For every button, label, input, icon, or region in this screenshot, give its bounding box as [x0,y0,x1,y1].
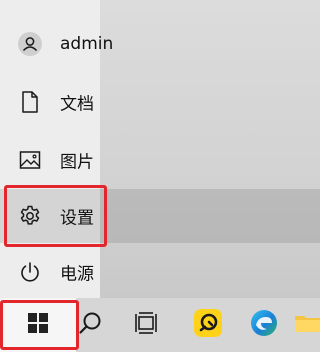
taskbar [0,298,320,352]
start-menu-user[interactable]: admin [0,17,320,71]
documents-label: 文档 [60,94,94,115]
start-menu: admin 文档 图片 设置 电源 [0,0,320,298]
settings-label: 设置 [60,208,94,229]
pictures-label: 图片 [60,152,94,173]
folder-icon [294,311,320,339]
task-view-icon [133,311,159,339]
gear-icon [17,203,43,229]
task-view-button[interactable] [118,298,174,352]
picture-icon [17,147,43,173]
user-icon [17,31,43,57]
yellow-app-button[interactable] [180,298,236,352]
search-icon [77,310,103,340]
start-menu-settings[interactable]: 设置 [0,189,320,243]
edge-button[interactable] [236,298,292,352]
user-name: admin [60,34,114,54]
power-icon [17,259,43,285]
document-icon [17,89,43,115]
start-menu-documents[interactable]: 文档 [0,75,320,129]
yellow-app-icon [193,308,223,342]
windows-logo-icon [27,312,49,338]
search-button[interactable] [62,298,118,352]
power-label: 电源 [60,264,94,285]
start-menu-pictures[interactable]: 图片 [0,133,320,187]
file-explorer-button[interactable] [294,298,320,352]
start-menu-power[interactable]: 电源 [0,245,320,299]
selection-highlight [0,189,320,243]
edge-icon [249,308,279,342]
